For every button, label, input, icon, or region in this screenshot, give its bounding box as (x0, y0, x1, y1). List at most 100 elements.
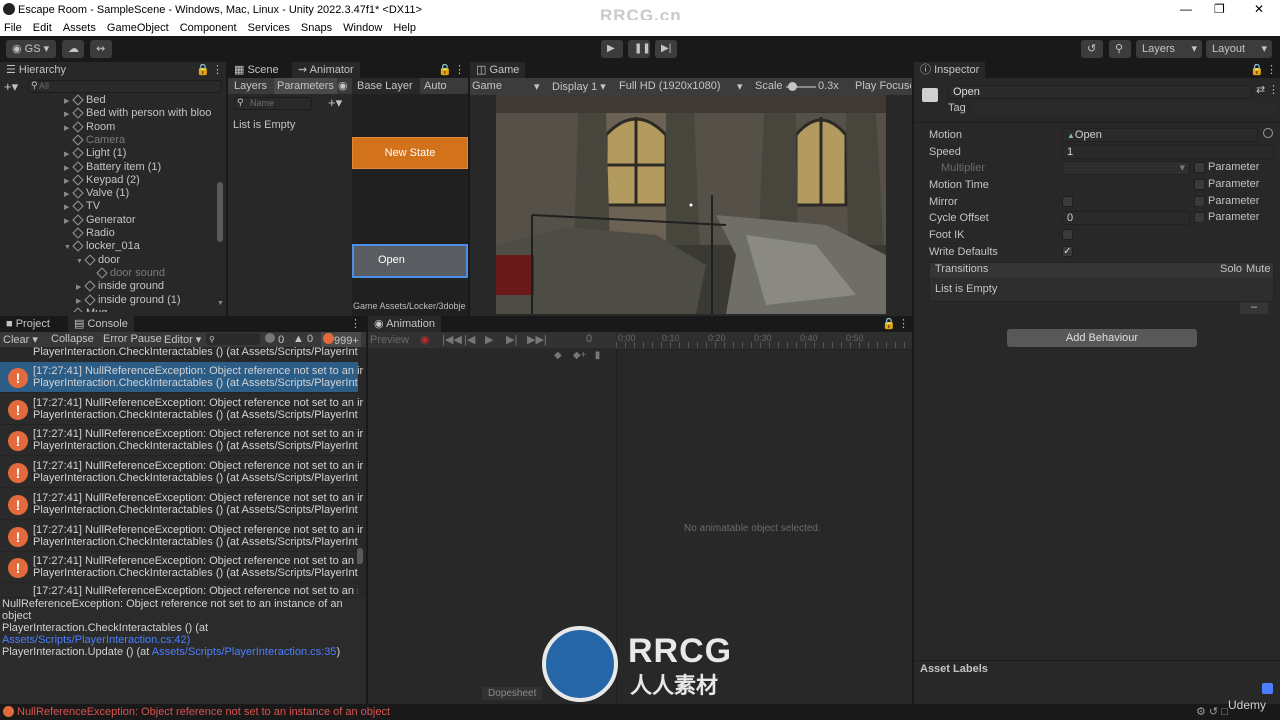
menu-component[interactable]: Component (176, 20, 241, 34)
tab-game[interactable]: ◫ Game (470, 62, 526, 78)
play-icon[interactable]: ▶ (485, 333, 493, 346)
object-name-field[interactable]: Open (948, 85, 1252, 99)
hierarchy-item[interactable]: ▶ Valve (1) (64, 186, 129, 200)
scale-slider[interactable] (786, 82, 816, 91)
game-viewport[interactable] (496, 95, 886, 314)
event-marker-icon[interactable]: ▮ (595, 350, 601, 361)
subtab-layers[interactable]: Layers (234, 80, 267, 92)
mirror-checkbox[interactable] (1062, 196, 1073, 207)
add-keyframe-icon[interactable]: ◆ (554, 350, 562, 361)
layers-dropdown[interactable]: Layers ▾ (1136, 40, 1202, 58)
console-entry[interactable]: ! [17:27:41] NullReferenceException: Obje… (0, 425, 363, 457)
hierarchy-item[interactable]: ▼ door (76, 253, 120, 267)
play-focused-dropdown[interactable]: Play Focused (855, 80, 911, 92)
console-entry[interactable]: ! [17:27:41] NullReferenceException: Obje… (0, 457, 363, 489)
motion-time-param-checkbox[interactable] (1194, 179, 1205, 190)
slider-handle[interactable] (788, 82, 797, 91)
subtab-parameters[interactable]: Parameters (274, 78, 337, 94)
multiplier-dropdown[interactable]: ▾ (1062, 161, 1190, 175)
hierarchy-item[interactable]: ▶ Light (1) (64, 146, 126, 160)
layout-dropdown[interactable]: Layout ▾ (1206, 40, 1272, 58)
menu-help[interactable]: Help (389, 20, 420, 34)
timeline-ruler[interactable]: 0:00 0:10 0:20 0:30 0:40 0:50 (616, 332, 912, 350)
error-count-toggle[interactable]: 999+ (321, 332, 361, 347)
tab-animation[interactable]: ◉ Animation (368, 316, 441, 332)
tab-animator[interactable]: ⇝ Animator (292, 62, 360, 78)
auto-live-link-toggle[interactable]: Auto Live (420, 78, 468, 108)
step-button[interactable]: ▶| (655, 40, 677, 58)
resolution-dropdown[interactable]: Full HD (1920x1080) ▾ (619, 80, 747, 93)
search-button[interactable]: ⚲ (1109, 40, 1131, 58)
editor-dropdown[interactable]: Editor ▾ (164, 333, 201, 346)
prev-key-icon[interactable]: |◀ (464, 333, 475, 346)
hierarchy-item[interactable]: Radio (64, 226, 115, 240)
motion-field[interactable]: ▲Open (1062, 128, 1258, 142)
dopesheet-button[interactable]: Dopesheet (482, 687, 543, 700)
write-defaults-checkbox[interactable]: ✓ (1062, 246, 1073, 257)
tab-scene[interactable]: ▦ Scene (228, 62, 285, 78)
minimize-icon[interactable]: — (1180, 2, 1192, 16)
last-key-icon[interactable]: ▶▶| (527, 333, 547, 346)
hierarchy-item[interactable]: ▶ Room (64, 120, 115, 134)
hierarchy-item[interactable]: ▶ TV (64, 199, 100, 213)
hierarchy-item[interactable]: ▶ Bed with person with bloo (64, 106, 211, 120)
hierarchy-item[interactable]: ▶ inside ground (1) (76, 293, 181, 307)
console-entry[interactable]: ! [17:27:41] NullReferenceException: Obje… (0, 362, 363, 393)
base-layer-breadcrumb[interactable]: Base Layer (357, 80, 413, 92)
menu-assets[interactable]: Assets (59, 20, 100, 34)
detail-link[interactable]: Assets/Scripts/PlayerInteraction.cs:35 (152, 646, 337, 658)
console-entry[interactable]: [17:27:41] NullReferenceException: Objec… (0, 584, 358, 598)
menu-window[interactable]: Window (339, 20, 386, 34)
hierarchy-item[interactable]: Mug (64, 306, 107, 312)
expand-arrow-icon[interactable]: ▼ (64, 241, 72, 255)
menu-gameobject[interactable]: GameObject (103, 20, 173, 34)
next-key-icon[interactable]: ▶| (506, 333, 517, 346)
console-search[interactable]: ⚲ (206, 333, 260, 345)
maximize-icon[interactable]: ❐ (1214, 2, 1225, 16)
menu-edit[interactable]: Edit (29, 20, 56, 34)
cycle-offset-field[interactable]: 0 (1062, 211, 1190, 225)
hierarchy-item[interactable]: ▶ Bed (64, 93, 106, 107)
tab-project[interactable]: ■ Project (0, 316, 56, 332)
play-button[interactable]: ▶ (601, 40, 623, 58)
hierarchy-item[interactable]: ▶ Battery item (1) (64, 160, 161, 174)
asset-labels-tag-icon[interactable] (1262, 683, 1273, 694)
history-button[interactable]: ↺ (1081, 40, 1103, 58)
console-entry[interactable]: ! [17:27:41] NullReferenceException: Obje… (0, 520, 363, 552)
eye-icon[interactable]: ◉ (338, 79, 348, 92)
multiplier-param-checkbox[interactable] (1194, 162, 1205, 173)
menu-file[interactable]: File (0, 20, 26, 34)
detail-link[interactable]: Assets/Scripts/PlayerInteraction.cs:42) (2, 634, 366, 646)
clear-button[interactable]: Clear ▾ (3, 333, 38, 346)
lock-icon[interactable]: 🔒 (882, 317, 896, 330)
status-message[interactable]: NullReferenceException: Object reference… (17, 706, 390, 718)
warning-count-toggle[interactable]: ▲ 0 (293, 333, 313, 345)
tab-console[interactable]: ▤ Console (68, 316, 134, 332)
state-new-state[interactable]: New State (352, 137, 468, 169)
record-icon[interactable]: ◉ (420, 333, 430, 346)
error-pause-button[interactable]: Error Pause (103, 333, 162, 345)
add-parameter-button[interactable]: +▾ (328, 95, 342, 111)
first-key-icon[interactable]: |◀◀ (442, 333, 462, 346)
info-count-toggle[interactable]: 0 (265, 333, 284, 346)
hierarchy-item[interactable]: ▶ inside ground (76, 279, 164, 293)
more-icon[interactable]: ⋮ (1268, 83, 1279, 96)
more-icon[interactable]: ⋮ (898, 317, 909, 330)
menu-snaps[interactable]: Snaps (297, 20, 336, 34)
hierarchy-item[interactable]: Camera (64, 133, 125, 147)
frame-field[interactable]: 0 (586, 333, 592, 345)
parameter-search[interactable]: ⚲ Name (234, 97, 312, 110)
more-icon[interactable]: ⋮ (1266, 63, 1277, 76)
display-dropdown[interactable]: Display 1 ▾ (552, 80, 612, 93)
mirror-param-checkbox[interactable] (1194, 196, 1205, 207)
more-icon[interactable]: ⋮ (454, 63, 465, 76)
expand-arrow-icon[interactable]: ▼ (76, 255, 84, 269)
tab-inspector[interactable]: ⓘ Inspector (914, 62, 986, 78)
add-behaviour-button[interactable]: Add Behaviour (1007, 329, 1197, 347)
state-open[interactable]: Open (352, 244, 468, 278)
hierarchy-item[interactable]: ▶ Generator (64, 213, 136, 227)
game-view-dropdown[interactable]: Game ▾ (472, 80, 542, 93)
tag-field[interactable] (974, 102, 1276, 115)
remove-transition-button[interactable]: – (1240, 302, 1268, 314)
close-icon[interactable]: ✕ (1254, 2, 1264, 16)
